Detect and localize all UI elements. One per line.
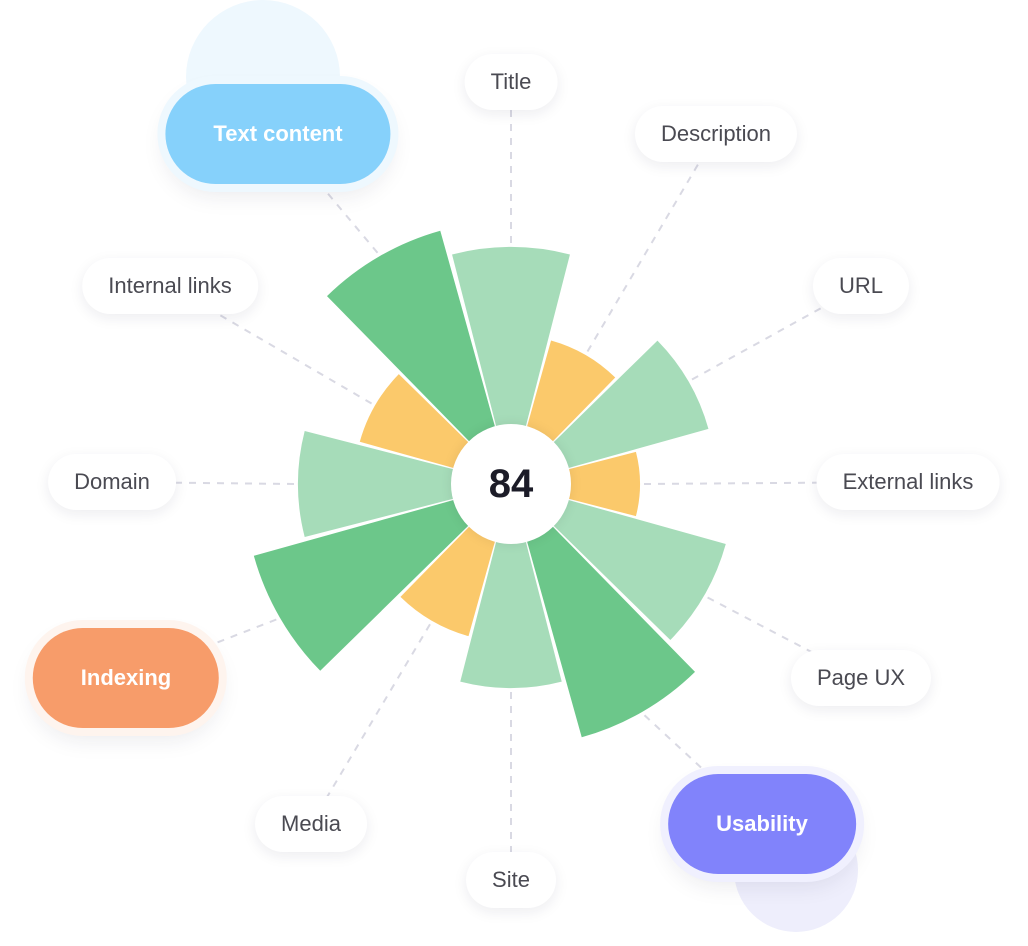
label-text: Description: [660, 121, 772, 146]
label-text: Site: [492, 867, 530, 892]
label-text: Title: [490, 69, 532, 94]
label-text: Media: [281, 811, 341, 836]
label-text: URL: [838, 273, 884, 298]
label-site[interactable]: Site: [466, 852, 556, 908]
label-text: External links: [842, 469, 974, 494]
label-text: Internal links: [108, 273, 232, 298]
leader-line-description: [586, 133, 717, 353]
label-usability[interactable]: Usability: [668, 774, 856, 874]
label-text: Indexing: [80, 665, 172, 690]
label-domain[interactable]: Domain: [48, 454, 176, 510]
label-title[interactable]: Title: [464, 54, 558, 110]
label-text: Usability: [716, 811, 808, 836]
seo-score-rose-chart: 84 Title Description URL External links Page…: [0, 0, 1028, 946]
label-indexing[interactable]: Indexing: [32, 628, 220, 728]
score-center: 84: [451, 424, 571, 544]
label-url[interactable]: URL: [812, 258, 910, 314]
label-description[interactable]: Description: [634, 106, 798, 162]
label-internal-links[interactable]: Internal links: [82, 258, 258, 314]
score-value: 84: [488, 461, 534, 506]
label-page-ux[interactable]: Page UX: [790, 650, 932, 706]
label-text: Text content: [213, 121, 343, 146]
label-text: Page UX: [816, 665, 906, 690]
label-text-content[interactable]: Text content: [165, 84, 391, 184]
label-external-links[interactable]: External links: [816, 454, 1000, 510]
label-text: Domain: [74, 469, 150, 494]
label-media[interactable]: Media: [255, 796, 367, 852]
